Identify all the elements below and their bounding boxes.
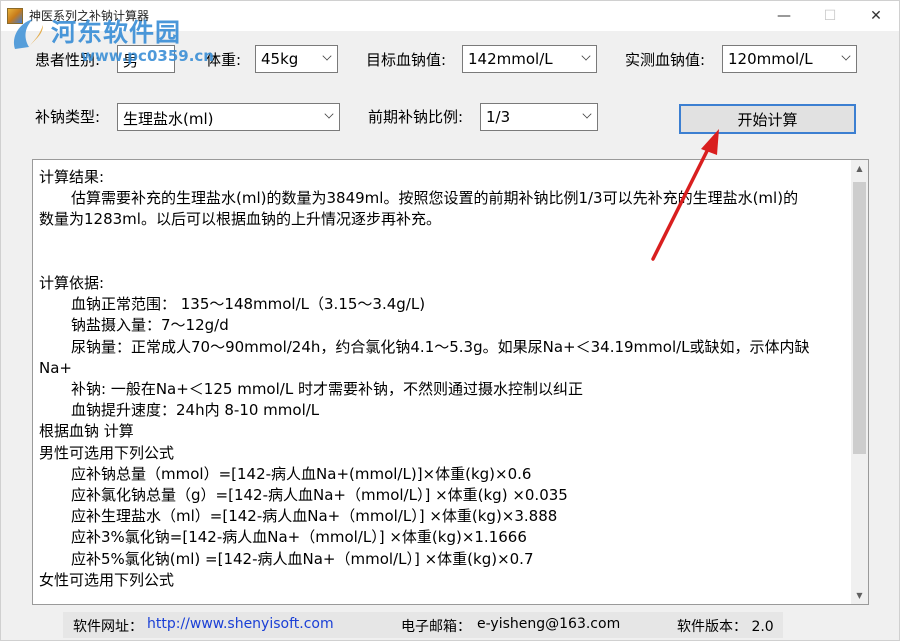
start-calculate-button[interactable]: 开始计算 — [679, 104, 856, 134]
result-line: 血钠正常范围： 135～148mmol/L（3.15～3.4g/L) — [71, 295, 426, 314]
maximize-icon[interactable]: ☐ — [807, 1, 853, 31]
chevron-down-icon — [322, 51, 332, 61]
result-line: 补钠: 一般在Na+＜125 mmol/L 时才需要补钠，不然则通过摄水控制以纠… — [71, 380, 583, 399]
email-value: e-yisheng@163.com — [477, 616, 621, 632]
result-line: 应补钠总量（mmol）=[142-病人血Na+(mmol/L)]×体重(kg)×… — [71, 464, 532, 483]
scroll-down-icon[interactable]: ▼ — [851, 587, 868, 604]
result-line: 应补生理盐水（ml）=[142-病人血Na+（mmol/L）] ×体重(kg)×… — [71, 507, 558, 526]
result-line: 根据血钠 计算 — [39, 422, 134, 441]
chevron-down-icon — [324, 109, 334, 119]
email-label: 电子邮箱： — [401, 619, 471, 635]
version-info: 软件版本： 2.0 — [677, 616, 774, 636]
target-na-value: 142mmol/L — [468, 50, 553, 68]
watermark-url: www.pc0359.cn — [81, 47, 214, 65]
scroll-up-icon[interactable]: ▲ — [851, 160, 868, 177]
na-type-select[interactable]: 生理盐水(ml) — [117, 103, 340, 131]
close-icon[interactable]: ✕ — [853, 1, 899, 31]
result-line: 女性可选用下列公式 — [39, 570, 175, 589]
chevron-down-icon — [841, 51, 851, 61]
result-line: 应补氯化钠总量（g）=[142-病人血Na+（mmol/L）] ×体重(kg) … — [71, 486, 568, 505]
result-line: 估算需要补充的生理盐水(ml)的数量为3849ml。按照您设置的前期补钠比例1/… — [71, 189, 799, 208]
result-line: 应补3%氯化钠=[142-病人血Na+（mmol/L）] ×体重(kg)×1.1… — [71, 528, 527, 547]
website-label: 软件网址： — [73, 619, 143, 635]
result-line: Na+ — [39, 358, 72, 377]
scroll-thumb[interactable] — [853, 182, 866, 454]
result-line: 男性可选用下列公式 — [39, 443, 175, 462]
result-line: 应补5%氯化钠(ml) =[142-病人血Na+（mmol/L）] ×体重(kg… — [71, 549, 534, 568]
measured-na-value: 120mmol/L — [728, 50, 813, 68]
watermark-logo-icon — [13, 19, 43, 49]
na-type-value: 生理盐水(ml) — [123, 110, 214, 128]
result-line — [39, 252, 849, 273]
vertical-scrollbar[interactable]: ▲ ▼ — [851, 160, 868, 604]
result-line: 钠盐摄入量：7～12g/d — [71, 316, 229, 335]
target-na-select[interactable]: 142mmol/L — [462, 45, 597, 73]
measured-na-select[interactable]: 120mmol/L — [722, 45, 857, 73]
watermark-site-name: 河东软件园 — [51, 18, 182, 47]
weight-value: 45kg — [261, 50, 299, 68]
result-line: 计算依据: — [39, 274, 105, 293]
version-value: 2.0 — [751, 619, 774, 635]
result-text: 计算结果: 估算需要补充的生理盐水(ml)的数量为3849ml。按照您设置的前期补… — [39, 167, 849, 591]
early-ratio-select[interactable]: 1/3 — [480, 103, 598, 131]
chevron-down-icon — [581, 51, 591, 61]
early-ratio-label: 前期补钠比例: — [368, 108, 464, 126]
minimize-icon[interactable]: — — [761, 1, 807, 31]
weight-select[interactable]: 45kg — [255, 45, 338, 73]
result-line: 数量为1283ml。以后可以根据血钠的上升情况逐步再补充。 — [39, 210, 441, 229]
website-link[interactable]: http://www.shenyisoft.com — [147, 616, 334, 632]
chevron-down-icon — [582, 109, 592, 119]
target-na-label: 目标血钠值: — [366, 51, 447, 69]
na-type-label: 补钠类型: — [35, 108, 101, 126]
result-line — [39, 231, 849, 252]
status-bar: 软件网址： http://www.shenyisoft.com 电子邮箱： e-… — [63, 612, 783, 638]
result-line: 计算结果: — [39, 168, 105, 186]
result-line: 尿钠量：正常成人70～90mmol/24h，约合氯化钠4.1～5.3g。如果尿N… — [71, 337, 810, 356]
measured-na-label: 实测血钠值: — [625, 51, 706, 69]
result-textarea[interactable]: 计算结果: 估算需要补充的生理盐水(ml)的数量为3849ml。按照您设置的前期补… — [32, 159, 869, 605]
early-ratio-value: 1/3 — [486, 108, 511, 126]
app-window: 神医系列之补钠计算器 — ☐ ✕ 患者性别: 男 体重: 45kg 目标血钠值:… — [0, 0, 900, 641]
result-line: 血钠提升速度：24h内 8-10 mmol/L — [71, 401, 320, 420]
version-label: 软件版本： — [677, 619, 747, 635]
